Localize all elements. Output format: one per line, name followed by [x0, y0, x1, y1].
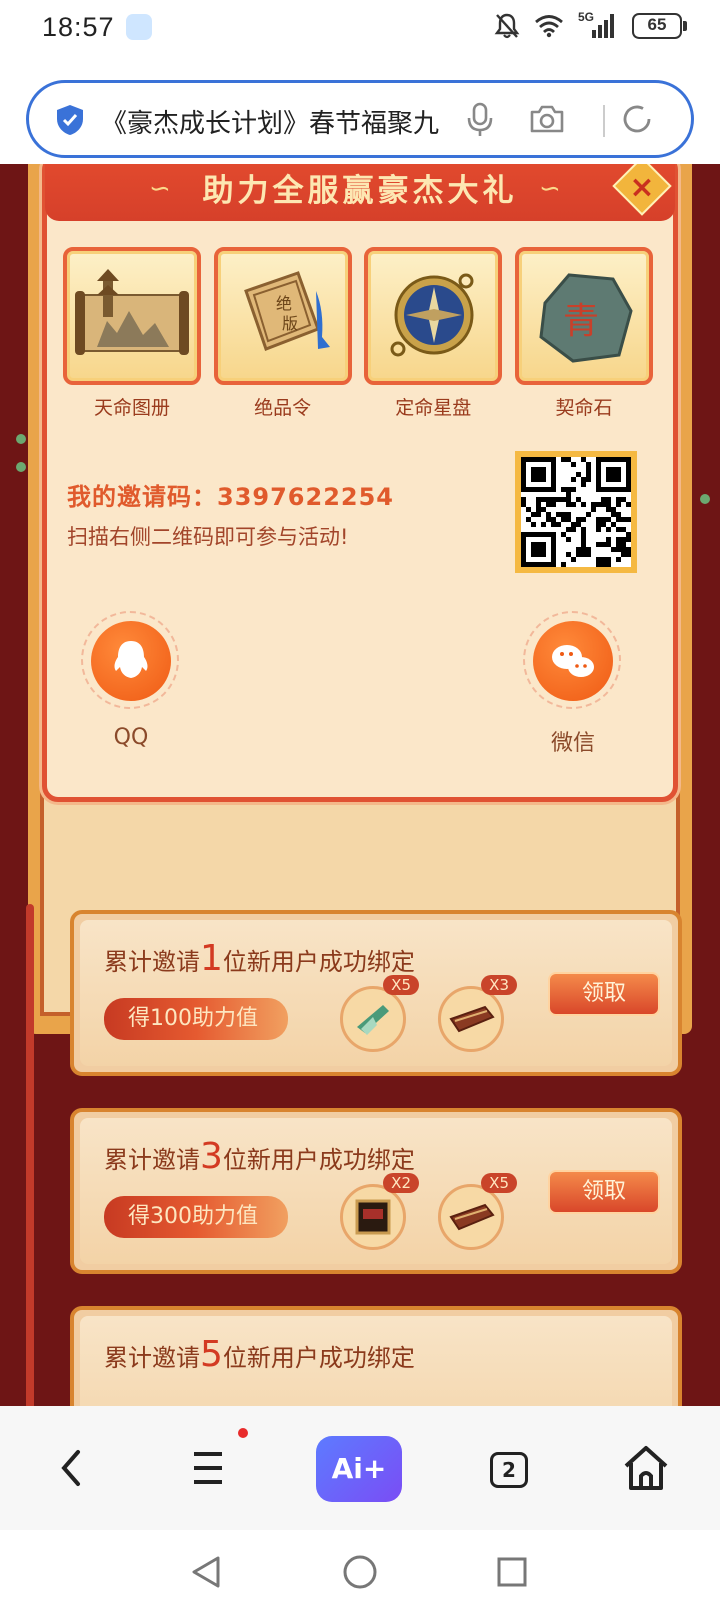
item-label: 定命星盘 — [395, 397, 472, 419]
reward-items: 天命图册 绝 版 绝品令 定命星盘 青 契命石 — [63, 247, 653, 420]
reward-count: X2 — [383, 1173, 419, 1193]
svg-text:青: 青 — [563, 301, 599, 342]
close-icon[interactable]: × — [621, 168, 663, 210]
bottle-icon — [357, 1005, 389, 1035]
svg-text:绝: 绝 — [276, 294, 292, 313]
task-prefix: 累计邀请 — [104, 1344, 200, 1372]
system-home-icon[interactable] — [342, 1554, 378, 1590]
invite-label: 我的邀请码： — [67, 483, 217, 511]
qq-button[interactable] — [81, 611, 179, 709]
wechat-icon[interactable] — [533, 621, 613, 701]
reward-item: 绝 版 绝品令 — [213, 247, 352, 420]
browser-toolbar: 《豪杰成长计划》春节福聚九 — [0, 58, 720, 164]
task-reward-badge: 得300助力值 — [104, 1196, 288, 1238]
toolbar-divider — [603, 105, 605, 137]
reward-count: X3 — [481, 975, 517, 995]
claim-button[interactable]: 领取 — [548, 1170, 660, 1214]
token-plaque-icon: 绝 版 — [213, 247, 352, 385]
task-title: 累计邀请1位新用户成功绑定 — [104, 938, 415, 979]
item-label: 天命图册 — [93, 397, 170, 419]
item-label: 契命石 — [555, 397, 613, 419]
wifi-icon — [535, 15, 563, 38]
reload-icon[interactable] — [619, 101, 655, 137]
share-wechat[interactable]: 微信 — [523, 611, 623, 757]
reward-icon[interactable]: X5 — [438, 1173, 517, 1250]
invite-code: 我的邀请码：3397622254 — [67, 477, 394, 512]
chest-icon — [449, 1203, 495, 1231]
modal-header: ∽ 助力全服赢豪杰大礼 ∽ × — [45, 164, 675, 221]
task-reward-badge: 得100助力值 — [104, 998, 288, 1040]
qr-code-image — [521, 457, 631, 567]
system-recents-icon[interactable] — [496, 1556, 528, 1588]
task-number: 5 — [200, 1334, 223, 1375]
reward-count: X5 — [383, 975, 419, 995]
reward-item: 天命图册 — [63, 247, 201, 420]
decor-dot — [16, 434, 26, 444]
mute-icon — [494, 13, 520, 39]
stone-icon: 青 — [514, 247, 653, 385]
system-back-icon[interactable] — [190, 1554, 222, 1590]
box-icon — [355, 1199, 391, 1235]
camera-icon[interactable] — [529, 103, 565, 135]
browser-bottom-nav: Ai+ 2 — [0, 1406, 720, 1530]
decor-dot — [700, 494, 710, 504]
microphone-icon[interactable] — [465, 101, 495, 139]
share-label-qq: QQ — [113, 725, 149, 750]
reward-count: X5 — [481, 1173, 517, 1193]
item-label: 绝品令 — [254, 397, 312, 419]
reward-icon[interactable]: X3 — [438, 975, 517, 1052]
tabs-button[interactable]: 2 — [490, 1452, 528, 1488]
reward-icon[interactable]: X2 — [340, 1173, 419, 1250]
notification-dot — [238, 1428, 248, 1438]
shield-icon — [57, 105, 83, 135]
task-title: 累计邀请3位新用户成功绑定 — [104, 1136, 415, 1177]
task-title: 累计邀请5位新用户成功绑定 — [104, 1334, 415, 1375]
task-card: 累计邀请3位新用户成功绑定 得300助力值 X2 X5 领取 — [70, 1108, 682, 1274]
back-icon[interactable] — [56, 1436, 86, 1500]
invite-code-value[interactable]: 3397622254 — [217, 483, 394, 511]
task-prefix: 累计邀请 — [104, 948, 200, 976]
task-suffix: 位新用户成功绑定 — [222, 1344, 415, 1372]
status-time: 18:57 — [42, 12, 115, 42]
system-nav-bar — [0, 1530, 720, 1612]
address-bar[interactable]: 《豪杰成长计划》春节福聚九 — [26, 80, 694, 158]
status-bar: 18:57 5G 65 — [0, 0, 720, 58]
close-button[interactable]: × — [612, 164, 672, 216]
compass-icon — [364, 247, 503, 385]
swirl-right-icon: ∽ — [539, 174, 561, 204]
wechat-button[interactable] — [523, 611, 621, 709]
share-qq[interactable]: QQ — [81, 611, 181, 750]
task-number: 3 — [200, 1136, 223, 1177]
task-suffix: 位新用户成功绑定 — [222, 1146, 415, 1174]
menu-icon[interactable] — [190, 1436, 226, 1500]
qr-code[interactable] — [515, 451, 637, 573]
scan-instruction: 扫描右侧二维码即可参与活动! — [67, 525, 349, 549]
task-card: 累计邀请5位新用户成功绑定 — [70, 1306, 682, 1407]
share-label-wechat: 微信 — [550, 731, 595, 756]
task-suffix: 位新用户成功绑定 — [222, 948, 415, 976]
app-notification-icon — [126, 14, 152, 40]
qq-icon[interactable] — [91, 621, 171, 701]
battery-indicator: 65 — [632, 13, 687, 39]
task-card: 累计邀请1位新用户成功绑定 得100助力值 X5 X3 领取 — [70, 910, 682, 1076]
reward-item: 定命星盘 — [364, 247, 503, 420]
address-text[interactable]: 《豪杰成长计划》春节福聚九 — [101, 103, 453, 140]
timeline-bar — [26, 904, 34, 1407]
status-icons: 5G 65 — [494, 10, 687, 40]
reward-item: 青 契命石 — [514, 247, 653, 420]
share-modal: ∽ 助力全服赢豪杰大礼 ∽ × 天命图册 绝 版 绝品令 定命星盘 青 契命石 … — [42, 164, 678, 802]
task-number: 1 — [200, 938, 223, 979]
decor-dot — [16, 462, 26, 472]
modal-title: 助力全服赢豪杰大礼 — [202, 173, 518, 209]
reward-icon[interactable]: X5 — [340, 975, 419, 1052]
chest-icon — [449, 1005, 495, 1033]
web-content: ∽ 助力全服赢豪杰大礼 ∽ × 天命图册 绝 版 绝品令 定命星盘 青 契命石 … — [0, 164, 720, 1407]
signal-icon: 5G — [578, 10, 618, 40]
svg-text:版: 版 — [282, 314, 298, 333]
task-prefix: 累计邀请 — [104, 1146, 200, 1174]
home-icon[interactable] — [622, 1436, 670, 1500]
ai-assistant-button[interactable]: Ai+ — [316, 1436, 402, 1502]
scroll-pagoda-icon — [63, 247, 201, 385]
claim-button[interactable]: 领取 — [548, 972, 660, 1016]
